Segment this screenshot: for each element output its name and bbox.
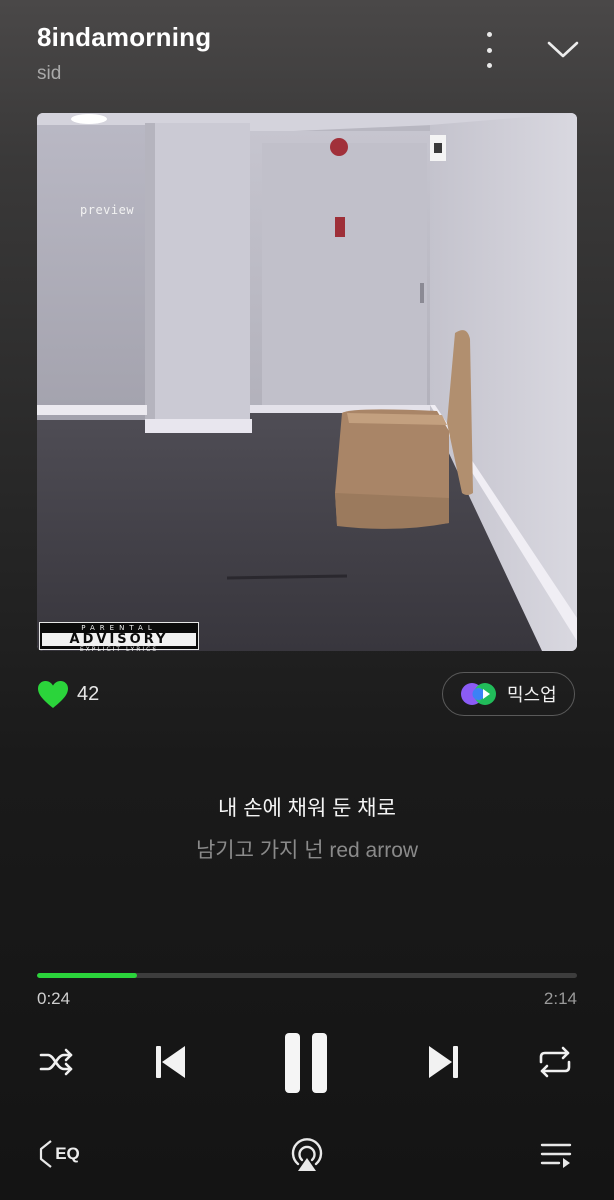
airplay-icon — [291, 1138, 323, 1171]
total-time: 2:14 — [543, 989, 577, 1008]
mixup-icon — [461, 683, 496, 705]
collapse-button[interactable] — [545, 38, 581, 62]
pause-icon — [285, 1033, 327, 1093]
more-vertical-icon — [486, 32, 492, 37]
queue-list-icon — [540, 1143, 572, 1168]
track-title: 8indamorning — [37, 22, 212, 52]
mixup-label: 믹스업 — [507, 685, 557, 705]
repeat-button[interactable] — [535, 1044, 575, 1080]
repeat-icon — [539, 1046, 571, 1078]
more-options-button[interactable] — [474, 32, 504, 68]
airplay-button[interactable] — [287, 1135, 327, 1175]
preview-watermark: preview — [80, 203, 135, 217]
queue-button[interactable] — [538, 1137, 574, 1173]
heart-icon — [38, 681, 68, 708]
advisory-line-2: ADVISORY — [42, 633, 196, 646]
eq-label: EQ — [55, 1144, 80, 1163]
skip-previous-icon — [156, 1046, 185, 1078]
playback-progress-bar[interactable] — [37, 973, 577, 978]
advisory-line-3: EXPLICIT LYRICS — [79, 646, 159, 653]
mixup-button[interactable]: 믹스업 — [442, 672, 575, 716]
equalizer-button[interactable]: EQ — [35, 1136, 83, 1172]
lyric-next-line[interactable]: 남기고 가지 넌 red arrow — [0, 834, 614, 864]
lyric-current-line[interactable]: 내 손에 채워 둔 채로 — [0, 792, 614, 822]
pause-button[interactable] — [280, 1030, 332, 1096]
previous-button[interactable] — [150, 1042, 190, 1082]
progress-fill — [37, 973, 138, 978]
artist-name[interactable]: sid — [37, 63, 61, 85]
album-artwork — [37, 113, 577, 651]
shuffle-button[interactable] — [37, 1044, 77, 1080]
next-button[interactable] — [424, 1042, 464, 1082]
shuffle-icon — [39, 1048, 73, 1076]
skip-next-icon — [429, 1046, 458, 1078]
equalizer-icon — [40, 1140, 52, 1168]
like-count: 42 — [77, 683, 100, 705]
current-time: 0:24 — [37, 989, 71, 1008]
parental-advisory-label: PARENTAL ADVISORY EXPLICIT LYRICS — [39, 622, 199, 653]
chevron-down-icon — [547, 41, 579, 58]
advisory-line-1: PARENTAL — [81, 624, 157, 632]
like-button[interactable] — [37, 680, 69, 710]
